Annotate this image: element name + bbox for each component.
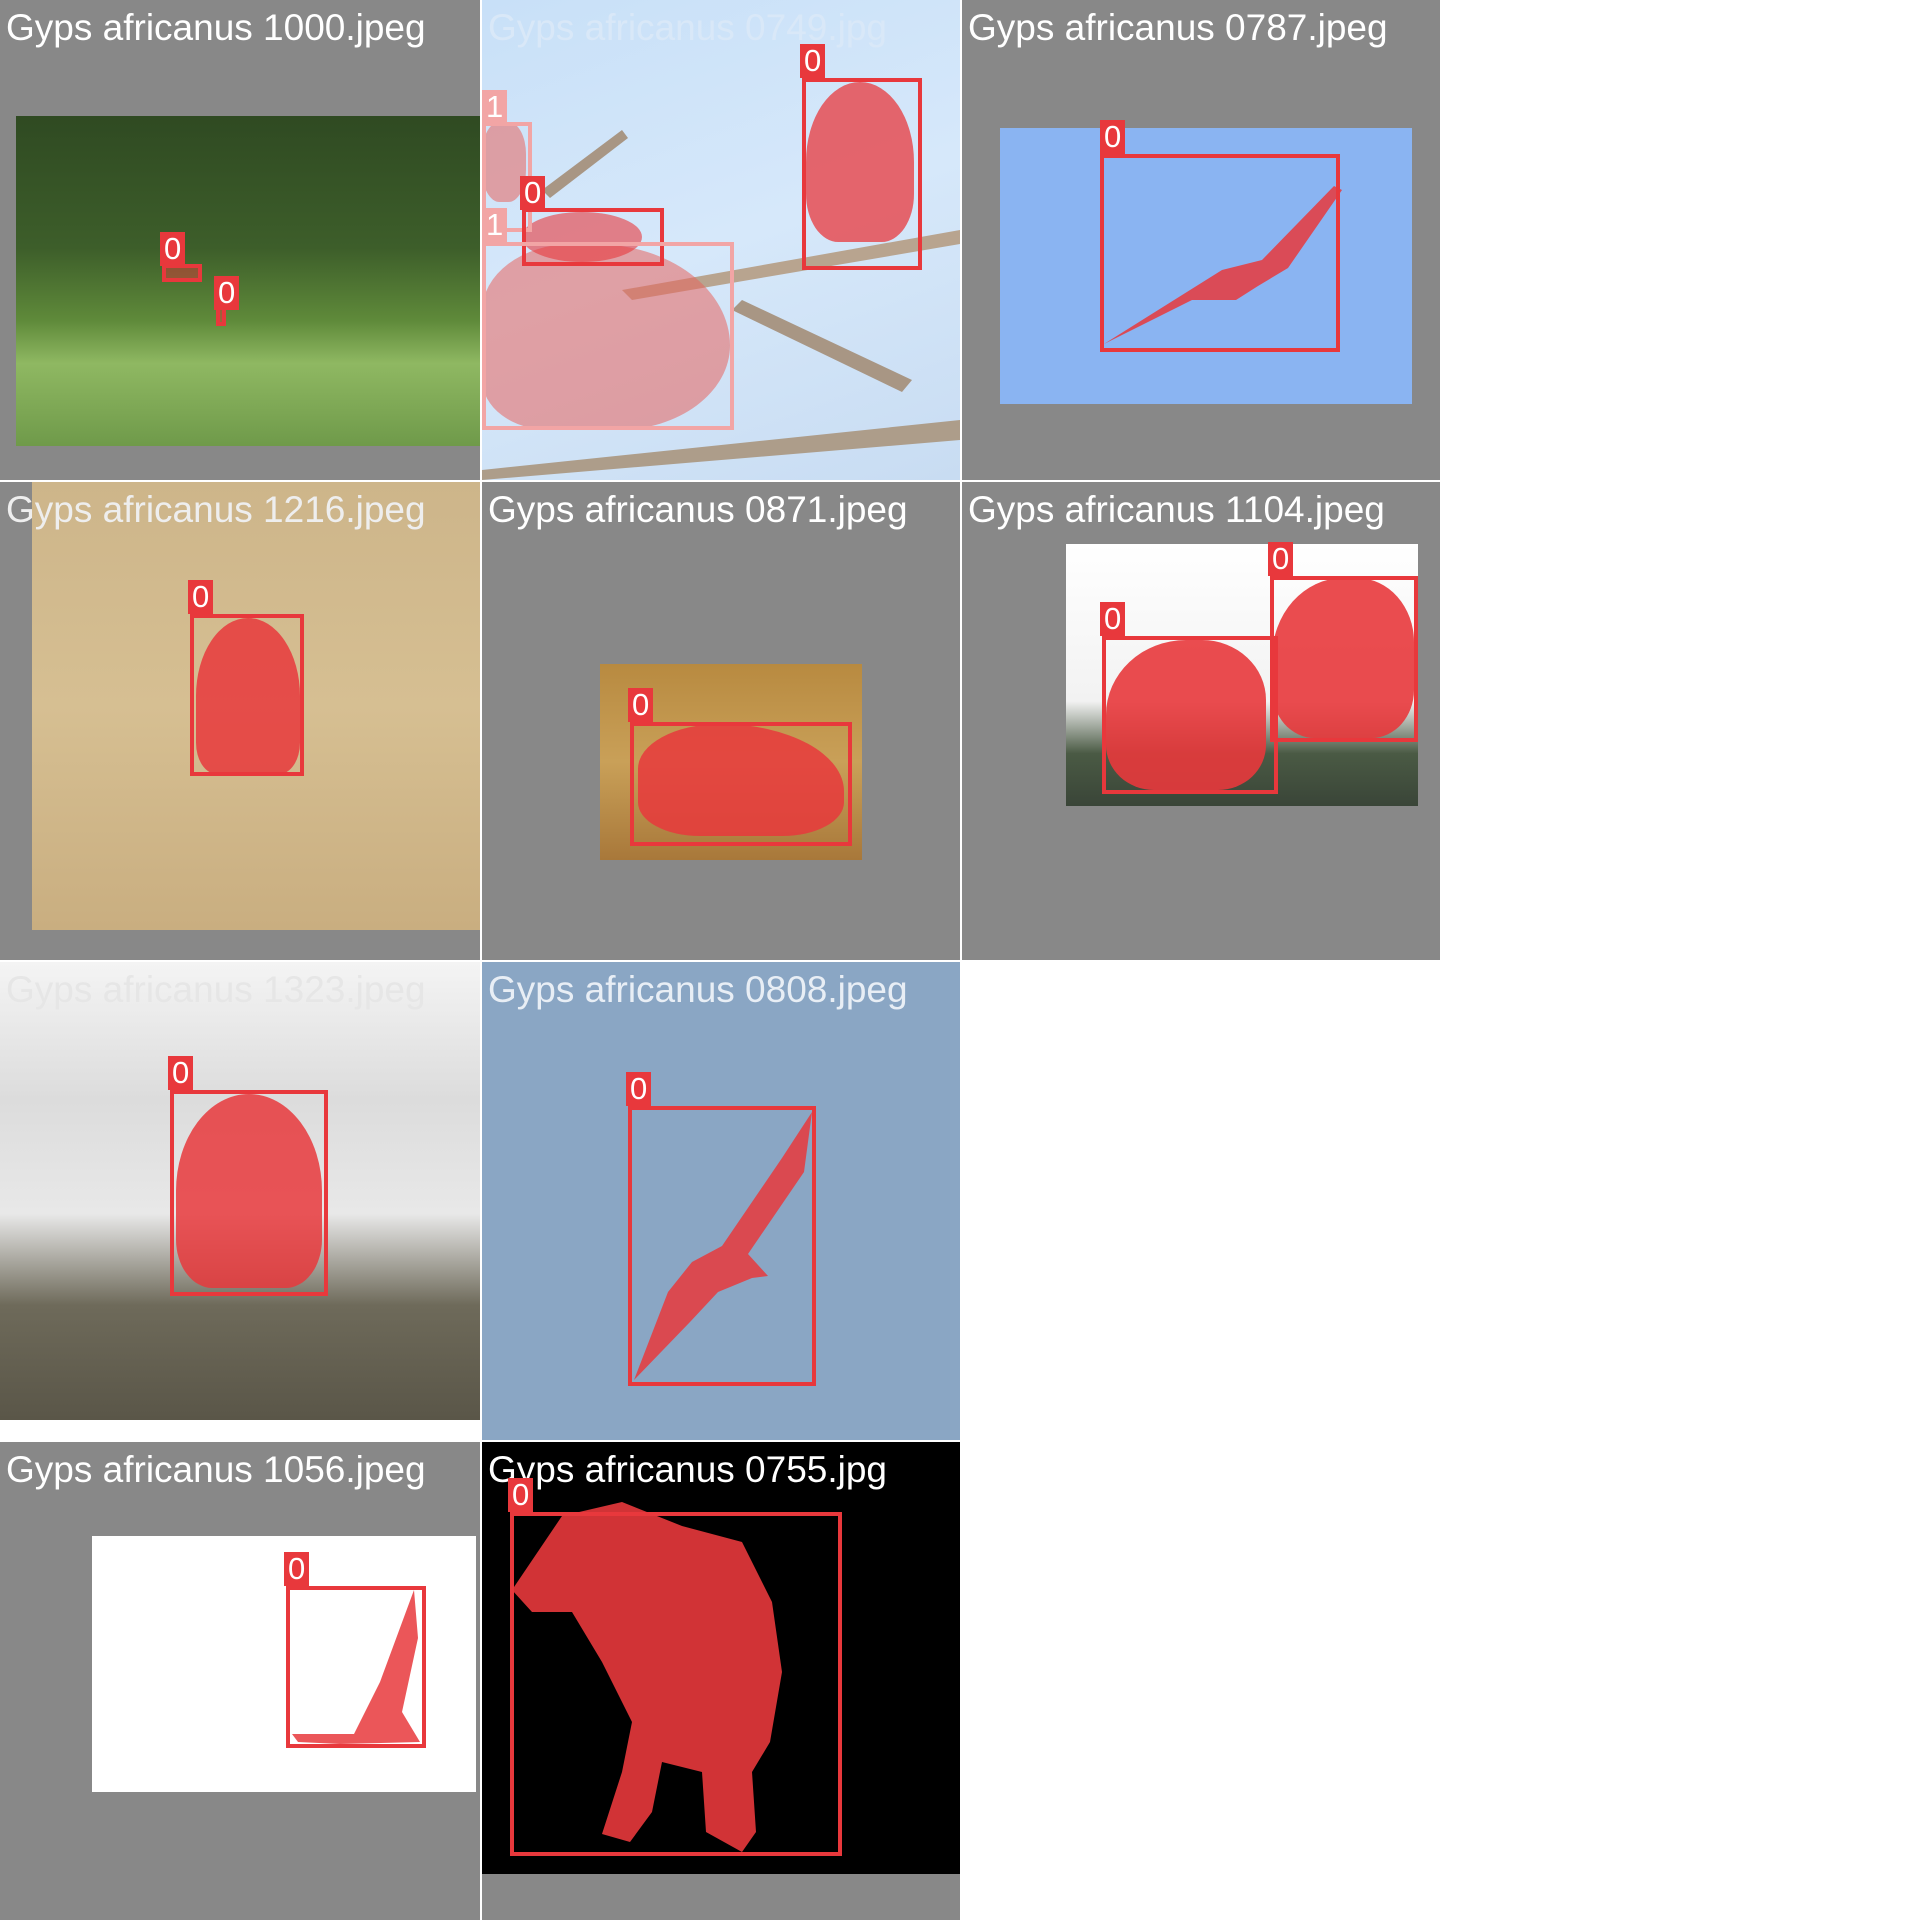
detection-box[interactable] xyxy=(1100,154,1340,352)
image-tile[interactable]: Gyps africanus 0808.jpeg 0 xyxy=(482,962,960,1440)
image-tile[interactable]: Gyps africanus 1323.jpeg 0 xyxy=(0,962,480,1420)
image-filename: Gyps africanus 1056.jpeg xyxy=(6,1449,426,1490)
detection-box[interactable] xyxy=(286,1586,426,1748)
image-tile[interactable]: Gyps africanus 1216.jpeg 0 xyxy=(0,482,480,960)
detection-box[interactable] xyxy=(802,78,922,270)
detection-box[interactable] xyxy=(628,1106,816,1386)
class-label: 0 xyxy=(1100,602,1126,636)
image-filename: Gyps africanus 1323.jpeg xyxy=(6,969,426,1010)
class-label: 0 xyxy=(168,1056,194,1090)
detection-box[interactable] xyxy=(482,242,734,430)
detection-box[interactable] xyxy=(170,1090,328,1296)
class-label: 0 xyxy=(284,1552,310,1586)
image-tile[interactable]: Gyps africanus 1056.jpeg 0 xyxy=(0,1442,480,1920)
detection-box[interactable] xyxy=(162,264,202,282)
image-tile[interactable]: Gyps africanus 0871.jpeg 0 xyxy=(482,482,960,960)
detection-box[interactable] xyxy=(190,614,304,776)
image-filename: Gyps africanus 0755.jpg xyxy=(488,1449,888,1490)
image-tile[interactable]: Gyps africanus 0749.jpg 0 1 0 1 xyxy=(482,0,960,480)
image-tile[interactable]: Gyps africanus 0787.jpeg 0 xyxy=(962,0,1440,480)
image-tile[interactable]: Gyps africanus 0755.jpg 0 xyxy=(482,1442,960,1920)
image-filename: Gyps africanus 1000.jpeg xyxy=(6,7,426,48)
image-filename: Gyps africanus 0787.jpeg xyxy=(968,7,1388,48)
detection-box[interactable] xyxy=(510,1512,842,1856)
photo-forest-river xyxy=(16,116,480,446)
class-label: 1 xyxy=(482,90,508,124)
class-label: 0 xyxy=(214,276,240,310)
class-label: 0 xyxy=(626,1072,652,1106)
class-label: 0 xyxy=(628,688,654,722)
detection-box[interactable] xyxy=(630,722,852,846)
class-label: 0 xyxy=(188,580,214,614)
image-tile[interactable]: Gyps africanus 1104.jpeg 0 0 xyxy=(962,482,1440,960)
class-label: 0 xyxy=(800,44,826,78)
class-label: 0 xyxy=(1100,120,1126,154)
image-filename: Gyps africanus 0808.jpeg xyxy=(488,969,908,1010)
detection-box[interactable] xyxy=(1102,636,1278,794)
image-filename: Gyps africanus 1104.jpeg xyxy=(968,489,1385,530)
image-filename: Gyps africanus 1216.jpeg xyxy=(6,489,426,530)
class-label: 0 xyxy=(160,232,186,266)
image-filename: Gyps africanus 0871.jpeg xyxy=(488,489,908,530)
class-label: 0 xyxy=(520,176,546,210)
class-label: 0 xyxy=(1268,542,1294,576)
class-label: 0 xyxy=(508,1478,534,1512)
image-tile[interactable]: Gyps africanus 1000.jpeg 0 0 xyxy=(0,0,480,480)
image-filename: Gyps africanus 0749.jpg xyxy=(488,7,888,48)
detection-box[interactable] xyxy=(1270,576,1418,742)
class-label: 1 xyxy=(482,208,508,242)
